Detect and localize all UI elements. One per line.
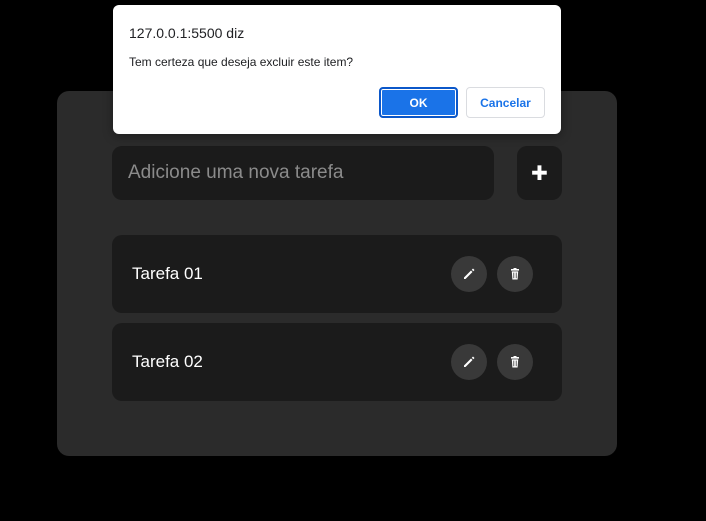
add-task-button[interactable]: ✚ bbox=[517, 146, 562, 200]
task-label: Tarefa 01 bbox=[132, 264, 203, 283]
task-item: Tarefa 02 bbox=[112, 323, 562, 401]
edit-task-button[interactable] bbox=[451, 344, 487, 380]
dialog-title: 127.0.0.1:5500 diz bbox=[129, 25, 245, 41]
edit-task-button[interactable] bbox=[451, 256, 487, 292]
trash-icon bbox=[508, 267, 522, 281]
confirm-dialog: 127.0.0.1:5500 diz Tem certeza que desej… bbox=[113, 5, 561, 134]
dialog-message: Tem certeza que deseja excluir este item… bbox=[129, 55, 354, 69]
pencil-icon bbox=[462, 267, 476, 281]
task-item: Tarefa 01 bbox=[112, 235, 562, 313]
delete-task-button[interactable] bbox=[497, 344, 533, 380]
pencil-icon bbox=[462, 355, 476, 369]
cancel-button[interactable]: Cancelar bbox=[466, 87, 545, 118]
trash-icon bbox=[508, 355, 522, 369]
ok-button[interactable]: OK bbox=[379, 87, 458, 118]
app-page: ✚ Tarefa 01 Tarefa 0 bbox=[0, 0, 706, 521]
task-label: Tarefa 02 bbox=[132, 352, 203, 371]
delete-task-button[interactable] bbox=[497, 256, 533, 292]
new-task-input[interactable] bbox=[112, 146, 494, 200]
